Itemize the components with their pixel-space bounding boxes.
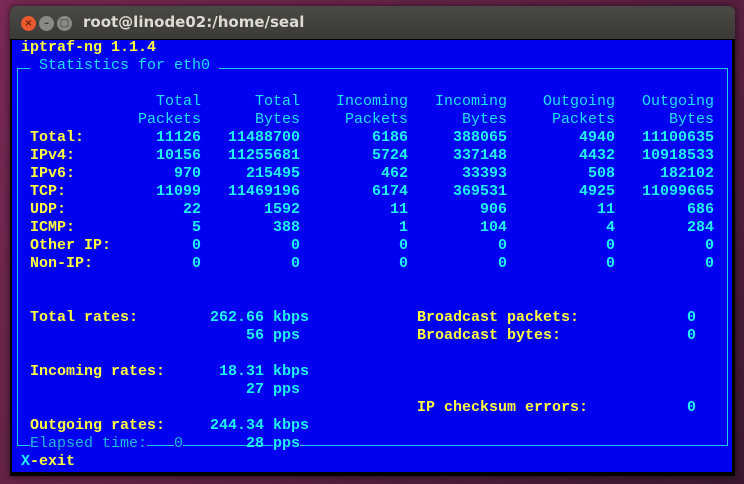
terminal-screen[interactable]: iptraf-ng 1.1.4 Statistics for eth0 Tota… xyxy=(12,39,732,472)
ip-checksum-value: 0 xyxy=(686,399,696,416)
column-header-line2: Bytes xyxy=(668,111,714,128)
pps-unit: pps xyxy=(273,435,301,453)
table-cell: 284 xyxy=(686,219,714,236)
table-cell: 10918533 xyxy=(641,147,714,164)
exit-label: -exit xyxy=(30,453,76,470)
pps-unit: pps xyxy=(273,381,301,399)
column-header-line1: Outgoing xyxy=(641,93,714,110)
elapsed-time-label: Elapsed time: xyxy=(30,435,148,453)
table-cell: 11099665 xyxy=(641,183,714,200)
title-bar: × – □ root@linode02:/home/seal xyxy=(10,6,735,39)
incoming-kbps-value: 18.31 xyxy=(218,363,264,380)
panel-title: Statistics for eth0 xyxy=(30,57,220,75)
minimize-button[interactable]: – xyxy=(39,16,54,31)
table-cell: 182102 xyxy=(659,165,714,182)
table-cell: 0 xyxy=(704,237,714,254)
panel-border-right xyxy=(727,68,728,446)
table-cell: 11100635 xyxy=(641,129,714,146)
kbps-unit: kbps xyxy=(273,417,310,434)
exit-key: X xyxy=(21,453,31,470)
table-cell: 686 xyxy=(686,201,714,218)
kbps-unit: kbps xyxy=(273,363,310,380)
close-button[interactable]: × xyxy=(21,16,36,31)
elapsed-time-value: 0 xyxy=(174,435,184,453)
app-title: iptraf-ng 1.1.4 xyxy=(21,39,157,56)
window-title: root@linode02:/home/seal xyxy=(83,13,305,31)
maximize-button[interactable]: □ xyxy=(57,16,72,31)
incoming-pps-value: 27 xyxy=(245,381,264,398)
outgoing-kbps-value: 244.34 xyxy=(209,417,264,434)
table-cell: 0 xyxy=(704,255,714,272)
broadcast-packets-value: 0 xyxy=(686,309,696,326)
broadcast-bytes-value: 0 xyxy=(686,327,696,344)
